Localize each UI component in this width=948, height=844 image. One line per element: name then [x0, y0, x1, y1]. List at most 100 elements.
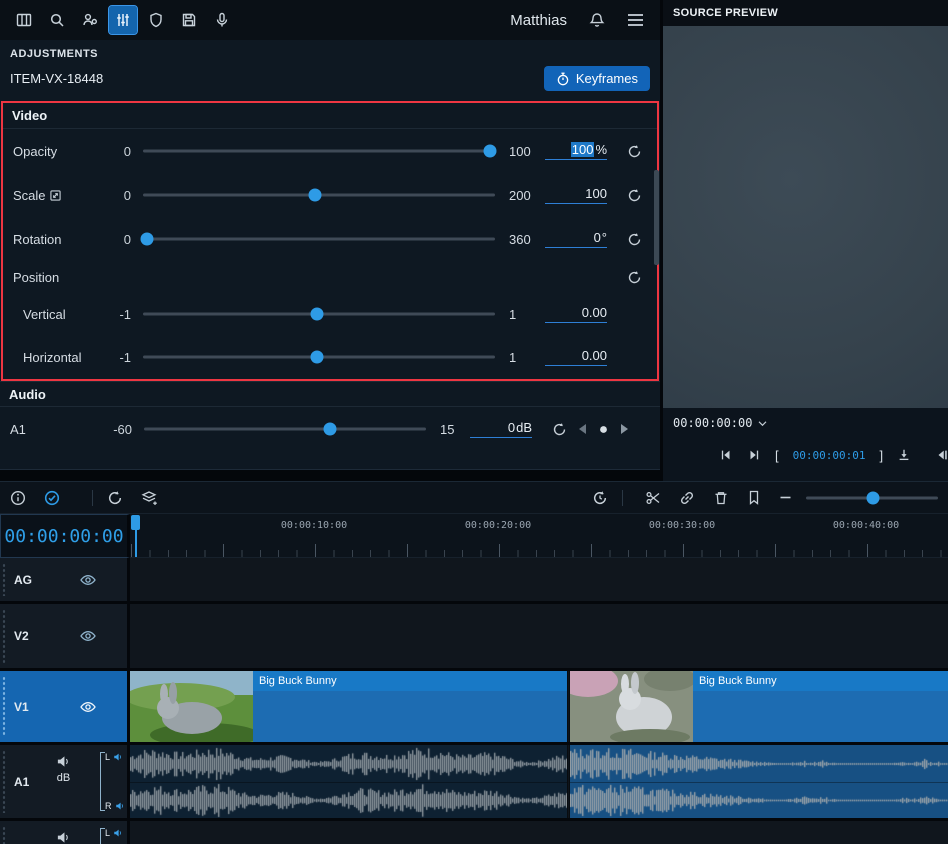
opacity-input[interactable]: 100% — [545, 142, 607, 160]
transport-controls: [ 00:00:00:01 ] — [663, 438, 948, 472]
timeline-ruler[interactable]: 00:00:10:00 00:00:20:00 00:00:30:00 00:0… — [130, 514, 948, 558]
channel-meters: L R — [100, 752, 125, 811]
opacity-reset-button[interactable] — [621, 144, 647, 159]
track-v2-visibility-eye-icon[interactable] — [80, 628, 96, 644]
rotation-slider-handle[interactable] — [140, 233, 153, 246]
notifications-bell-icon[interactable] — [589, 12, 605, 28]
panel-scrollbar-thumb[interactable] — [654, 170, 659, 265]
timeline-zoom-slider[interactable] — [806, 491, 938, 505]
overwrite-icon[interactable] — [897, 448, 911, 462]
delete-icon[interactable] — [713, 490, 729, 506]
position-vertical-row: Vertical -1 1 0.00 — [3, 293, 657, 335]
go-to-in-icon[interactable] — [935, 448, 948, 462]
stopwatch-icon — [556, 72, 570, 86]
video-clip-1[interactable]: Big Buck Bunny — [130, 671, 567, 742]
user-flow-icon[interactable] — [76, 6, 104, 34]
opacity-slider-handle[interactable] — [483, 145, 496, 158]
drag-handle-icon[interactable] — [2, 826, 6, 844]
clip-1-title: Big Buck Bunny — [253, 671, 567, 691]
opacity-slider[interactable] — [143, 143, 495, 159]
track-a2-header[interactable]: L R — [0, 821, 130, 844]
a1-gain-slider[interactable] — [144, 421, 426, 437]
add-keyframe-icon[interactable] — [599, 425, 608, 434]
vertical-input[interactable]: 0.00 — [545, 305, 607, 323]
scale-reset-button[interactable] — [621, 188, 647, 203]
a1-gain-slider-handle[interactable] — [324, 423, 337, 436]
info-icon[interactable] — [10, 490, 26, 506]
drag-handle-icon[interactable] — [2, 563, 6, 596]
vertical-min: -1 — [101, 307, 131, 322]
search-icon[interactable] — [43, 6, 71, 34]
track-ag-lane[interactable] — [130, 558, 948, 601]
track-ag-header[interactable]: AG — [0, 558, 130, 601]
marker-flag-icon[interactable] — [747, 490, 761, 505]
skip-to-start-icon[interactable] — [719, 448, 733, 462]
skip-to-end-icon[interactable] — [747, 448, 761, 462]
layers-add-icon[interactable] — [141, 490, 158, 506]
rotation-slider[interactable] — [143, 231, 495, 247]
track-v2-lane[interactable] — [130, 604, 948, 668]
mark-out-bracket[interactable]: ] — [879, 448, 883, 463]
track-ag-visibility-eye-icon[interactable] — [80, 572, 96, 588]
horizontal-input[interactable]: 0.00 — [545, 348, 607, 366]
undo-icon[interactable] — [107, 490, 123, 506]
adjustments-icon[interactable] — [109, 6, 137, 34]
save-icon[interactable] — [175, 6, 203, 34]
horizontal-slider-handle[interactable] — [310, 351, 323, 364]
clip-2-thumbnail — [570, 671, 693, 742]
source-preview-panel: SOURCE PREVIEW 00:00:00:00 [ 00:00:00:01… — [663, 0, 948, 481]
rotation-reset-button[interactable] — [621, 232, 647, 247]
vertical-slider[interactable] — [143, 306, 495, 322]
track-a2-lane[interactable] — [130, 821, 948, 844]
layout-columns-icon[interactable] — [10, 6, 38, 34]
audio-clip-2[interactable] — [570, 745, 948, 818]
track-a1-header[interactable]: A1 dB L R — [0, 745, 130, 818]
scale-aspect-link-icon[interactable] — [50, 190, 61, 201]
track-v1-header[interactable]: V1 — [0, 671, 130, 742]
vertical-slider-handle[interactable] — [310, 308, 323, 321]
chevron-down-icon[interactable] — [758, 420, 767, 427]
preview-timecode[interactable]: 00:00:00:00 — [673, 416, 752, 430]
a1-reset-button[interactable] — [546, 422, 572, 437]
drag-handle-icon[interactable] — [2, 676, 6, 737]
next-keyframe-icon[interactable] — [620, 424, 629, 434]
keyframe-nav — [578, 424, 650, 434]
zoom-slider-handle[interactable] — [867, 491, 880, 504]
scale-slider-handle[interactable] — [309, 189, 322, 202]
audio-section-header: Audio — [0, 381, 660, 407]
keyframes-button[interactable]: Keyframes — [544, 66, 650, 91]
rotation-label: Rotation — [13, 232, 101, 247]
rotation-input[interactable]: 0° — [545, 230, 607, 248]
zoom-out-icon[interactable] — [779, 491, 792, 504]
horizontal-slider[interactable] — [143, 349, 495, 365]
drag-handle-icon[interactable] — [2, 750, 6, 813]
playhead[interactable] — [131, 515, 140, 530]
left-channel-speaker-icon — [113, 752, 123, 762]
history-icon[interactable] — [592, 490, 608, 506]
prev-keyframe-icon[interactable] — [578, 424, 587, 434]
mic-icon[interactable] — [208, 6, 236, 34]
video-clip-2[interactable]: Big Buck Bunny — [570, 671, 948, 742]
cut-icon[interactable] — [645, 490, 661, 506]
a1-min: -60 — [98, 422, 132, 437]
badge-icon[interactable] — [142, 6, 170, 34]
user-name[interactable]: Matthias — [510, 12, 567, 29]
source-preview-viewport — [663, 26, 948, 408]
snap-check-icon[interactable] — [44, 490, 60, 506]
audio-clip-1[interactable] — [130, 745, 567, 818]
track-v1-visibility-eye-icon[interactable] — [80, 699, 96, 715]
position-reset-button[interactable] — [621, 270, 647, 285]
scale-input[interactable]: 100 — [545, 186, 607, 204]
drag-handle-icon[interactable] — [2, 609, 6, 663]
track-a1: A1 dB L R — [0, 745, 948, 821]
vertical-max: 1 — [509, 307, 545, 322]
menu-icon[interactable] — [627, 13, 644, 27]
scale-max: 200 — [509, 188, 545, 203]
track-a2-speaker-icon[interactable] — [56, 830, 71, 844]
track-a1-speaker-icon[interactable] — [56, 754, 71, 769]
mark-in-bracket[interactable]: [ — [775, 448, 779, 463]
a1-gain-input[interactable]: 0dB — [470, 420, 532, 438]
scale-slider[interactable] — [143, 187, 495, 203]
track-v2-header[interactable]: V2 — [0, 604, 130, 668]
link-icon[interactable] — [679, 490, 695, 506]
